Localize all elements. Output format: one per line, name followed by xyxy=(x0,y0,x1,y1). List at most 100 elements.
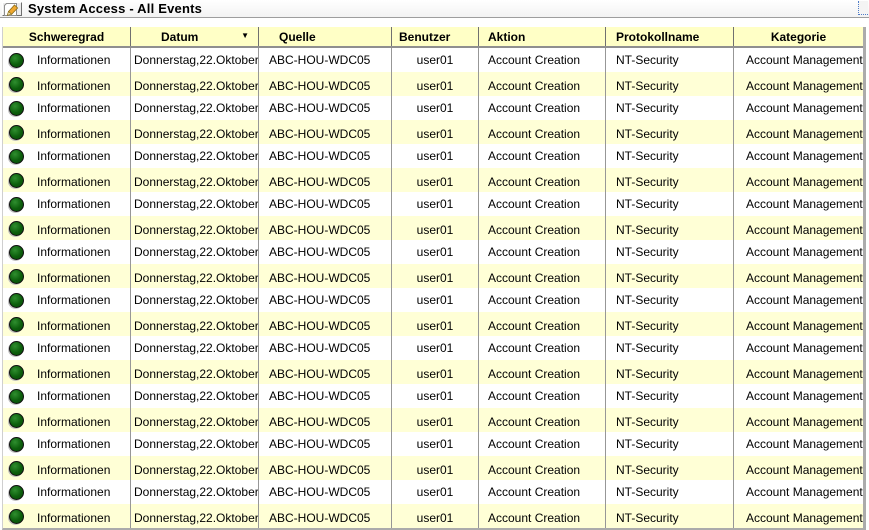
table-row[interactable]: Informationen Donnerstag,22.Oktober 20 A… xyxy=(3,480,863,504)
cell-quelle: ABC-HOU-WDC05 xyxy=(259,264,392,288)
cell-schweregrad: Informationen xyxy=(3,456,131,480)
action-value: Account Creation xyxy=(488,53,580,67)
date-value: Donnerstag,22.Oktober 20 xyxy=(134,175,259,189)
user-value: user01 xyxy=(417,197,454,211)
cell-kategorie: Account Management xyxy=(734,72,863,96)
table-row[interactable]: Informationen Donnerstag,22.Oktober 20 A… xyxy=(3,312,863,336)
table-row[interactable]: Informationen Donnerstag,22.Oktober 20 A… xyxy=(3,432,863,456)
action-value: Account Creation xyxy=(488,319,580,333)
cell-protokollname: NT-Security xyxy=(606,120,734,144)
category-value: Account Management xyxy=(746,367,863,381)
table-header-row: Schweregrad Datum ▼ Quelle Benutzer Akti… xyxy=(3,27,863,48)
cell-aktion: Account Creation xyxy=(479,456,606,480)
table-row[interactable]: Informationen Donnerstag,22.Oktober 20 A… xyxy=(3,192,863,216)
column-header-protokollname[interactable]: Protokollname xyxy=(606,27,734,46)
cell-schweregrad: Informationen xyxy=(3,120,131,144)
table-row[interactable]: Informationen Donnerstag,22.Oktober 20 A… xyxy=(3,384,863,408)
date-value: Donnerstag,22.Oktober 20 xyxy=(134,245,259,259)
source-value: ABC-HOU-WDC05 xyxy=(269,415,370,429)
category-value: Account Management xyxy=(746,389,863,403)
table-row[interactable]: Informationen Donnerstag,22.Oktober 20 A… xyxy=(3,504,863,528)
column-header-aktion[interactable]: Aktion xyxy=(479,27,606,46)
cell-protokollname: NT-Security xyxy=(606,432,734,456)
severity-label: Informationen xyxy=(37,53,110,67)
cell-quelle: ABC-HOU-WDC05 xyxy=(259,504,392,528)
cell-quelle: ABC-HOU-WDC05 xyxy=(259,384,392,408)
column-header-label: Benutzer xyxy=(399,30,450,44)
cell-kategorie: Account Management xyxy=(734,264,863,288)
severity-label: Informationen xyxy=(37,319,110,333)
cell-benutzer: user01 xyxy=(392,504,479,528)
cell-datum: Donnerstag,22.Oktober 20 xyxy=(131,408,259,432)
cell-schweregrad: Informationen xyxy=(3,384,131,408)
cell-benutzer: user01 xyxy=(392,216,479,240)
cell-protokollname: NT-Security xyxy=(606,72,734,96)
table-row[interactable]: Informationen Donnerstag,22.Oktober 20 A… xyxy=(3,336,863,360)
protocol-value: NT-Security xyxy=(616,463,679,477)
cell-aktion: Account Creation xyxy=(479,144,606,168)
column-header-quelle[interactable]: Quelle xyxy=(259,27,392,46)
table-row[interactable]: Informationen Donnerstag,22.Oktober 20 A… xyxy=(3,408,863,432)
source-value: ABC-HOU-WDC05 xyxy=(269,149,370,163)
table-row[interactable]: Informationen Donnerstag,22.Oktober 20 A… xyxy=(3,240,863,264)
severity-label: Informationen xyxy=(37,367,110,381)
date-value: Donnerstag,22.Oktober 20 xyxy=(134,485,259,499)
table-row[interactable]: Informationen Donnerstag,22.Oktober 20 A… xyxy=(3,168,863,192)
column-header-datum[interactable]: Datum ▼ xyxy=(131,27,259,46)
table-row[interactable]: Informationen Donnerstag,22.Oktober 20 A… xyxy=(3,144,863,168)
column-header-label: Aktion xyxy=(488,30,525,44)
user-value: user01 xyxy=(417,341,454,355)
cell-datum: Donnerstag,22.Oktober 20 xyxy=(131,504,259,528)
table-row[interactable]: Informationen Donnerstag,22.Oktober 20 A… xyxy=(3,264,863,288)
action-value: Account Creation xyxy=(488,367,580,381)
severity-label: Informationen xyxy=(37,271,110,285)
severity-label: Informationen xyxy=(37,511,110,525)
category-value: Account Management xyxy=(746,175,863,189)
category-value: Account Management xyxy=(746,415,863,429)
table-row[interactable]: Informationen Donnerstag,22.Oktober 20 A… xyxy=(3,72,863,96)
cell-datum: Donnerstag,22.Oktober 20 xyxy=(131,360,259,384)
protocol-value: NT-Security xyxy=(616,437,679,451)
information-severity-icon xyxy=(9,389,24,404)
column-header-benutzer[interactable]: Benutzer xyxy=(392,27,479,46)
cell-datum: Donnerstag,22.Oktober 20 xyxy=(131,432,259,456)
events-table: Schweregrad Datum ▼ Quelle Benutzer Akti… xyxy=(2,27,866,530)
edit-properties-button[interactable] xyxy=(2,2,22,16)
cell-benutzer: user01 xyxy=(392,480,479,504)
cell-aktion: Account Creation xyxy=(479,408,606,432)
cell-datum: Donnerstag,22.Oktober 20 xyxy=(131,312,259,336)
information-severity-icon xyxy=(9,269,24,284)
table-row[interactable]: Informationen Donnerstag,22.Oktober 20 A… xyxy=(3,288,863,312)
information-severity-icon xyxy=(9,413,24,428)
protocol-value: NT-Security xyxy=(616,79,679,93)
cell-kategorie: Account Management xyxy=(734,360,863,384)
table-row[interactable]: Informationen Donnerstag,22.Oktober 20 A… xyxy=(3,216,863,240)
cell-protokollname: NT-Security xyxy=(606,480,734,504)
action-value: Account Creation xyxy=(488,463,580,477)
table-row[interactable]: Informationen Donnerstag,22.Oktober 20 A… xyxy=(3,456,863,480)
column-header-label: Datum xyxy=(161,30,198,44)
source-value: ABC-HOU-WDC05 xyxy=(269,175,370,189)
column-header-schweregrad[interactable]: Schweregrad xyxy=(3,27,131,46)
cell-quelle: ABC-HOU-WDC05 xyxy=(259,360,392,384)
column-header-kategorie[interactable]: Kategorie xyxy=(734,27,863,46)
cell-datum: Donnerstag,22.Oktober 20 xyxy=(131,288,259,312)
cell-kategorie: Account Management xyxy=(734,168,863,192)
cell-kategorie: Account Management xyxy=(734,144,863,168)
protocol-value: NT-Security xyxy=(616,149,679,163)
cell-quelle: ABC-HOU-WDC05 xyxy=(259,144,392,168)
cell-protokollname: NT-Security xyxy=(606,216,734,240)
category-value: Account Management xyxy=(746,463,863,477)
table-row[interactable]: Informationen Donnerstag,22.Oktober 20 A… xyxy=(3,96,863,120)
protocol-value: NT-Security xyxy=(616,511,679,525)
cell-schweregrad: Informationen xyxy=(3,480,131,504)
source-value: ABC-HOU-WDC05 xyxy=(269,79,370,93)
information-severity-icon xyxy=(9,485,24,500)
table-row[interactable]: Informationen Donnerstag,22.Oktober 20 A… xyxy=(3,120,863,144)
pane-resize-handle[interactable] xyxy=(858,1,868,15)
table-row[interactable]: Informationen Donnerstag,22.Oktober 20 A… xyxy=(3,360,863,384)
severity-label: Informationen xyxy=(37,463,110,477)
table-row[interactable]: Informationen Donnerstag,22.Oktober 20 A… xyxy=(3,48,863,72)
source-value: ABC-HOU-WDC05 xyxy=(269,197,370,211)
cell-benutzer: user01 xyxy=(392,312,479,336)
